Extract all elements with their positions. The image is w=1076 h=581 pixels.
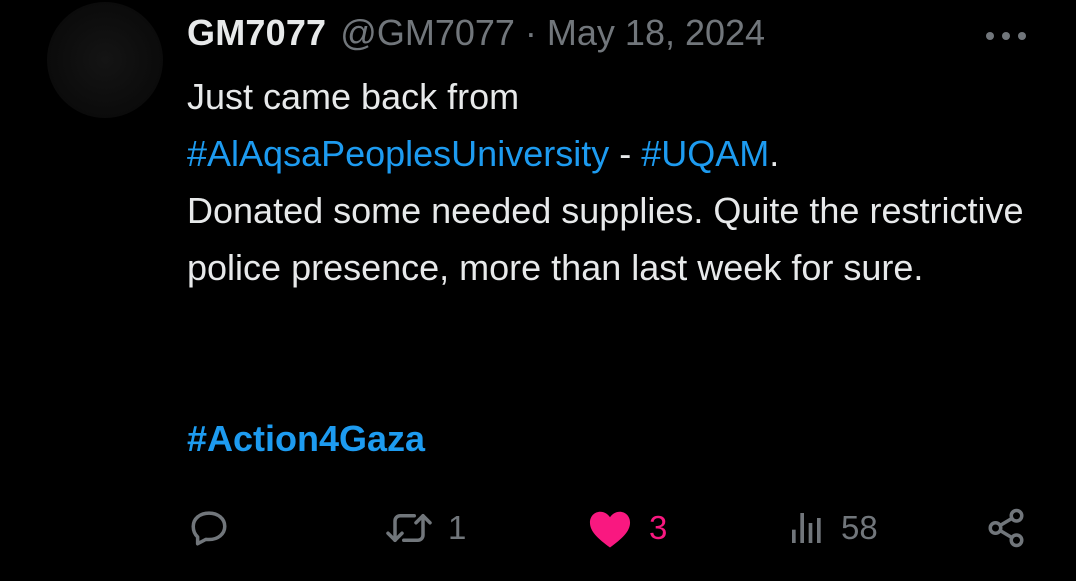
- like-count: 3: [649, 509, 668, 546]
- tweet-text-line: Just came back from: [187, 76, 520, 117]
- hashtag-link[interactable]: #AlAqsaPeoplesUniversity: [187, 133, 609, 174]
- share-icon: [985, 507, 1027, 549]
- views-count: 58: [841, 509, 878, 546]
- period-text: .: [769, 133, 780, 174]
- more-options-icon[interactable]: [985, 28, 1027, 40]
- repost-icon: [384, 507, 434, 549]
- tweet-text-line: #AlAqsaPeoplesUniversity - #UQAM.: [187, 125, 1037, 182]
- hashtag-link[interactable]: #UQAM: [641, 133, 769, 174]
- tweet-text-body: Donated some needed supplies. Quite the …: [187, 190, 1024, 288]
- heart-icon: [587, 507, 633, 549]
- dash-text: -: [609, 133, 642, 174]
- user-handle[interactable]: @GM7077: [340, 8, 515, 58]
- hashtag-link[interactable]: #Action4Gaza: [187, 410, 425, 467]
- tweet-date[interactable]: May 18, 2024: [547, 8, 765, 58]
- reply-button[interactable]: [188, 500, 244, 556]
- views-button[interactable]: 58: [787, 500, 878, 556]
- repost-button[interactable]: 1: [384, 500, 466, 556]
- repost-count: 1: [448, 509, 467, 546]
- views-chart-icon: [787, 507, 827, 549]
- share-button[interactable]: [985, 500, 1027, 556]
- comment-icon: [188, 507, 230, 549]
- tweet-text: Just came back from #AlAqsaPeoplesUniver…: [187, 68, 1037, 296]
- avatar[interactable]: [47, 2, 163, 118]
- like-button[interactable]: 3: [587, 500, 667, 556]
- separator-dot: ·: [524, 12, 537, 53]
- tweet-header: GM7077 @GM7077 · May 18, 2024: [187, 8, 765, 58]
- display-name[interactable]: GM7077: [187, 8, 326, 58]
- action-bar: 1 3 58: [0, 500, 1076, 556]
